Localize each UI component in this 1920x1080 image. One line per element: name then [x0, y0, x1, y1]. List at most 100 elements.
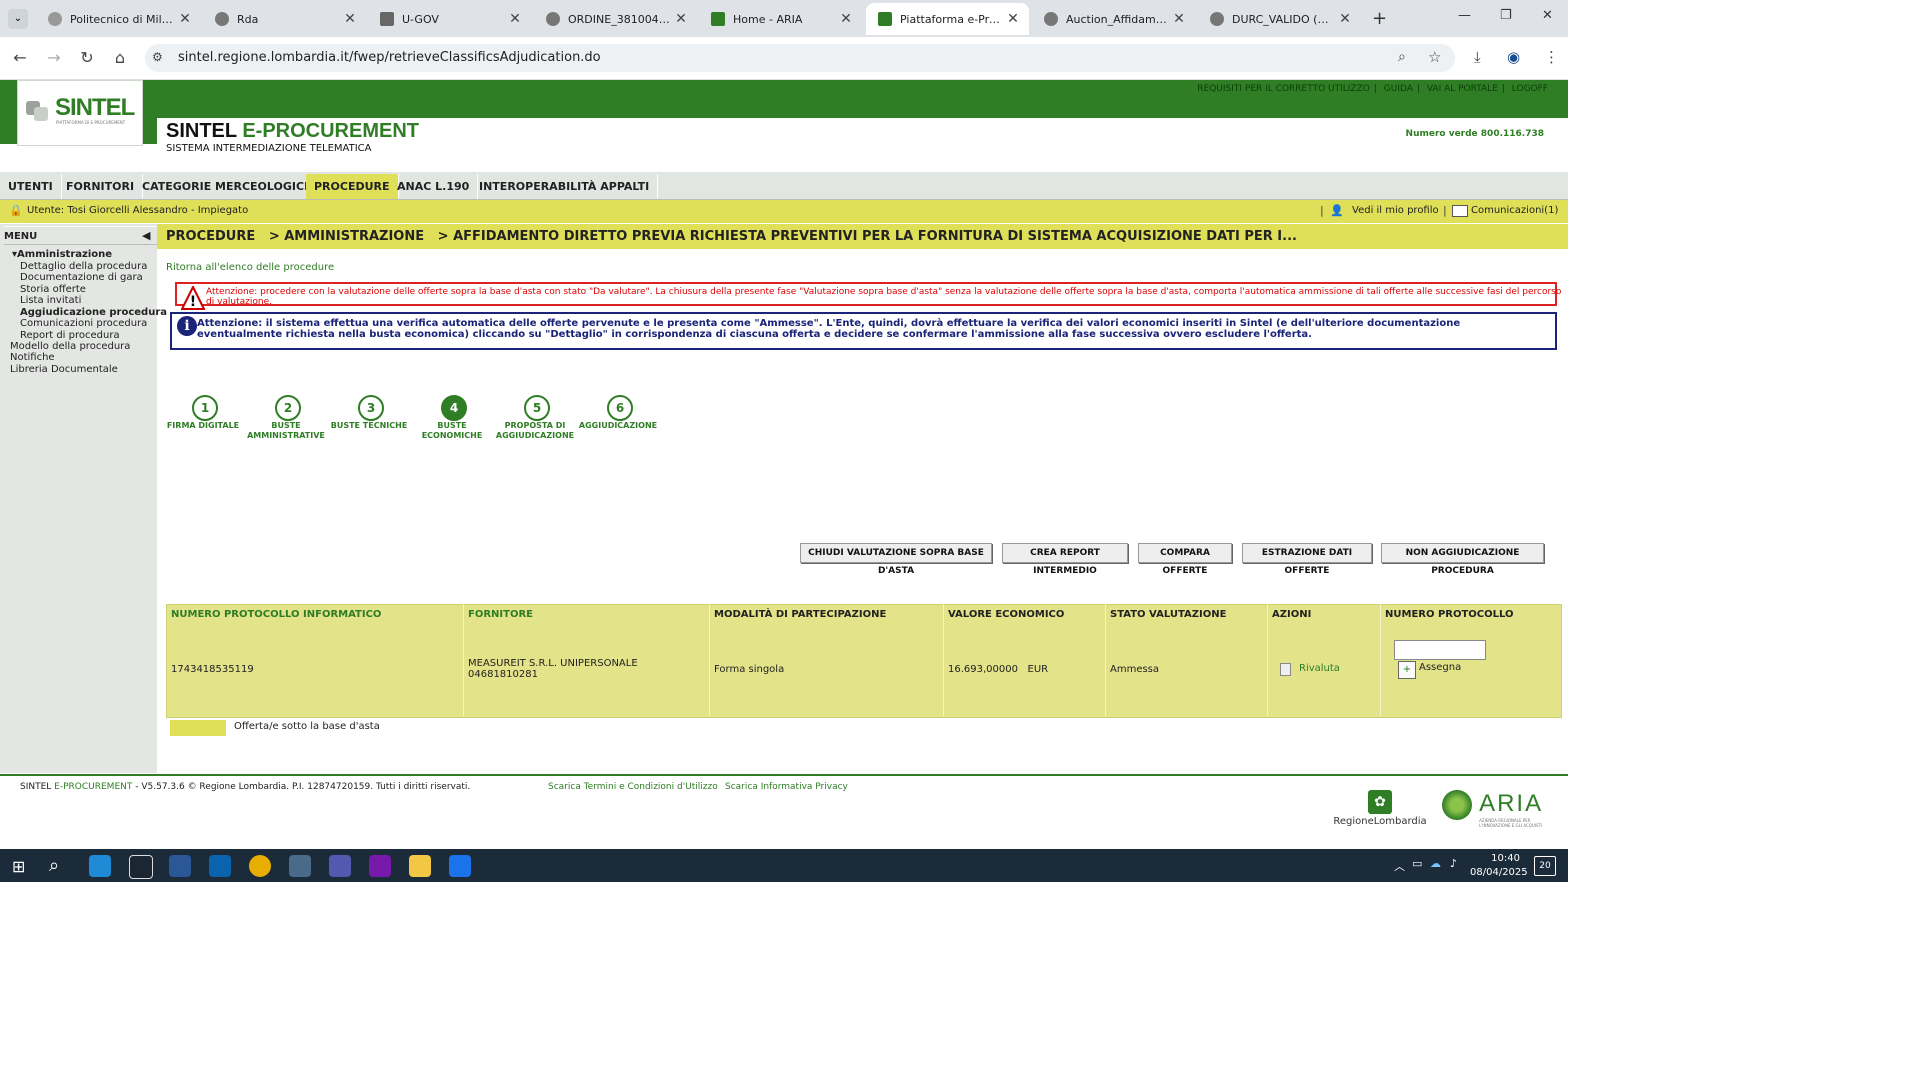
termini-link[interactable]: Scarica Termini e Condizioni d'Utilizzo — [548, 782, 718, 792]
todo-icon[interactable] — [449, 855, 471, 877]
onedrive-icon[interactable]: ☁ — [1430, 857, 1441, 870]
back-to-list-link[interactable]: Ritorna all'elenco delle procedure — [166, 262, 334, 273]
url-text[interactable]: sintel.regione.lombardia.it/fwep/retriev… — [178, 50, 601, 65]
tab-auction[interactable]: Auction_Affidamento d✕ — [1032, 3, 1195, 35]
link-portale[interactable]: VAI AL PORTALE — [1427, 84, 1498, 94]
compara-offerte-button[interactable]: COMPARA OFFERTE — [1138, 543, 1232, 576]
link-guida[interactable]: GUIDA — [1384, 84, 1413, 94]
sidebar-item-aggiudicazione[interactable]: Aggiudicazione procedura — [20, 307, 167, 318]
step-2-circle[interactable]: 2 — [275, 395, 301, 421]
word-icon[interactable] — [169, 855, 191, 877]
tab-piattaforma[interactable]: Piattaforma e-Procurem✕ — [866, 3, 1029, 35]
nav-tab-utenti[interactable]: UTENTI — [0, 174, 62, 199]
comunicazioni-link[interactable]: Comunicazioni(1) — [1471, 205, 1558, 216]
zoom-icon[interactable]: ⌕ — [1398, 49, 1406, 65]
menu-icon[interactable]: ⋮ — [1544, 48, 1559, 66]
table-header-fornitore[interactable]: FORNITORE — [468, 609, 533, 620]
tab-rda[interactable]: Rda ✕ — [203, 3, 366, 35]
link-requisiti[interactable]: REQUISITI PER IL CORRETTO UTILIZZO — [1197, 84, 1370, 94]
step-4-circle[interactable]: 4 — [441, 395, 467, 421]
assegna-icon[interactable]: + — [1398, 661, 1416, 679]
regione-text: RegioneLombardia — [1333, 816, 1427, 827]
file-explorer-icon[interactable] — [409, 855, 431, 877]
tab-aria[interactable]: Home - ARIA ✕ — [699, 3, 862, 35]
step-5-circle[interactable]: 5 — [524, 395, 550, 421]
tab-search-icon[interactable]: ⌄ — [8, 9, 28, 29]
display-icon[interactable]: ▭ — [1412, 857, 1422, 870]
close-tab-icon[interactable]: ✕ — [671, 11, 691, 27]
new-tab-icon[interactable]: + — [1372, 8, 1387, 29]
profile-icon[interactable]: ◉ — [1507, 48, 1520, 66]
download-icon[interactable]: ⤓ — [1474, 48, 1481, 66]
assegna-label[interactable]: Assegna — [1419, 662, 1461, 673]
edge-icon[interactable] — [89, 855, 111, 877]
non-aggiudicazione-button[interactable]: NON AGGIUDICAZIONE PROCEDURA — [1381, 543, 1544, 576]
notifications-badge[interactable]: 20 — [1534, 856, 1556, 876]
tab-durc[interactable]: DURC_VALIDO (32).PD✕ — [1198, 3, 1361, 35]
sidebar-item-notifiche[interactable]: Notifiche — [10, 352, 55, 363]
sidebar-item-storia[interactable]: Storia offerte — [20, 284, 86, 295]
link-logoff[interactable]: LOGOFF — [1512, 84, 1548, 94]
nav-tab-interoperabilita[interactable]: INTEROPERABILITÀ APPALTI — [471, 174, 659, 199]
step-6-circle[interactable]: 6 — [607, 395, 633, 421]
bookmark-star-icon[interactable]: ☆ — [1428, 48, 1441, 66]
close-tab-icon[interactable]: ✕ — [505, 11, 525, 27]
close-tab-icon[interactable]: ✕ — [836, 11, 856, 27]
home-icon[interactable]: ⌂ — [108, 46, 132, 70]
sidebar-item-comunicazioni[interactable]: Comunicazioni procedura — [20, 318, 147, 329]
sidebar-item-libreria[interactable]: Libreria Documentale — [10, 364, 118, 375]
close-tab-icon[interactable]: ✕ — [1003, 11, 1023, 27]
globe-icon — [215, 12, 229, 26]
close-tab-icon[interactable]: ✕ — [1169, 11, 1189, 27]
tab-ordine[interactable]: ORDINE_3810040.pdf✕ — [534, 3, 697, 35]
forward-icon[interactable]: → — [42, 46, 66, 70]
sidebar-item-invitati[interactable]: Lista invitati — [20, 295, 81, 306]
taskbar-search-icon[interactable]: ⌕ — [49, 855, 59, 876]
tab-politecnico[interactable]: Politecnico di Milano -✕ — [36, 3, 201, 35]
step-3-circle[interactable]: 3 — [358, 395, 384, 421]
minimize-icon[interactable]: — — [1458, 8, 1471, 23]
regione-lombardia-logo[interactable]: ✿ RegioneLombardia — [1330, 790, 1430, 827]
reload-icon[interactable]: ↻ — [75, 46, 99, 70]
nav-tab-anac[interactable]: ANAC L.190 — [389, 174, 479, 199]
close-tab-icon[interactable]: ✕ — [175, 11, 195, 27]
nav-tab-fornitori[interactable]: FORNITORI — [58, 174, 144, 199]
windows-start-icon[interactable]: ⊞ — [12, 857, 25, 876]
onenote-icon[interactable] — [369, 855, 391, 877]
outlook-icon[interactable] — [209, 855, 231, 877]
restore-icon[interactable]: ❐ — [1500, 8, 1512, 23]
crea-report-button[interactable]: CREA REPORT INTERMEDIO — [1002, 543, 1128, 576]
chrome-icon[interactable] — [249, 855, 271, 877]
teams-icon[interactable] — [329, 855, 351, 877]
nav-tab-categorie[interactable]: CATEGORIE MERCEOLOGICHE — [134, 174, 330, 199]
step-1-circle[interactable]: 1 — [192, 395, 218, 421]
sidebar-item-dettaglio[interactable]: Dettaglio della procedura — [20, 261, 147, 272]
close-tab-icon[interactable]: ✕ — [340, 11, 360, 27]
profile-link[interactable]: Vedi il mio profilo — [1352, 205, 1439, 216]
collapse-menu-icon[interactable]: ◀ — [142, 229, 150, 242]
sidebar-item-modello[interactable]: Modello della procedura — [10, 341, 130, 352]
table-header-protocollo[interactable]: NUMERO PROTOCOLLO INFORMATICO — [171, 609, 381, 620]
aria-text: ARIA — [1479, 790, 1544, 817]
numero-protocollo-input[interactable] — [1394, 640, 1486, 660]
taskbar-clock[interactable]: 10:40 08/04/2025 — [1470, 852, 1528, 880]
back-icon[interactable]: ← — [8, 46, 32, 70]
table-header-valore: VALORE ECONOMICO — [948, 609, 1065, 620]
sidebar-group-amministrazione[interactable]: ▾Amministrazione — [12, 249, 112, 260]
app-icon[interactable] — [289, 855, 311, 877]
tray-chevron-icon[interactable]: ︿ — [1394, 858, 1405, 874]
aria-logo[interactable]: ARIA AZIENDA REGIONALE PER L'INNOVAZIONE… — [1442, 790, 1549, 828]
volume-icon[interactable]: ♪ — [1450, 857, 1457, 870]
close-tab-icon[interactable]: ✕ — [1335, 11, 1355, 27]
close-window-icon[interactable]: ✕ — [1542, 8, 1553, 23]
nav-tab-procedure[interactable]: PROCEDURE — [306, 174, 399, 199]
estrazione-dati-button[interactable]: ESTRAZIONE DATI OFFERTE — [1242, 543, 1372, 576]
tab-ugov[interactable]: U-GOV ✕ — [368, 3, 531, 35]
site-info-icon[interactable]: ⚙ — [152, 50, 163, 64]
sidebar-item-documentazione[interactable]: Documentazione di gara — [20, 272, 143, 283]
privacy-link[interactable]: Scarica Informativa Privacy — [725, 782, 848, 792]
chiudi-valutazione-button[interactable]: CHIUDI VALUTAZIONE SOPRA BASE D'ASTA — [800, 543, 992, 576]
rivaluta-link[interactable]: Rivaluta — [1299, 663, 1340, 674]
acrobat-icon[interactable] — [129, 855, 153, 879]
sidebar-item-report[interactable]: Report di procedura — [20, 330, 120, 341]
